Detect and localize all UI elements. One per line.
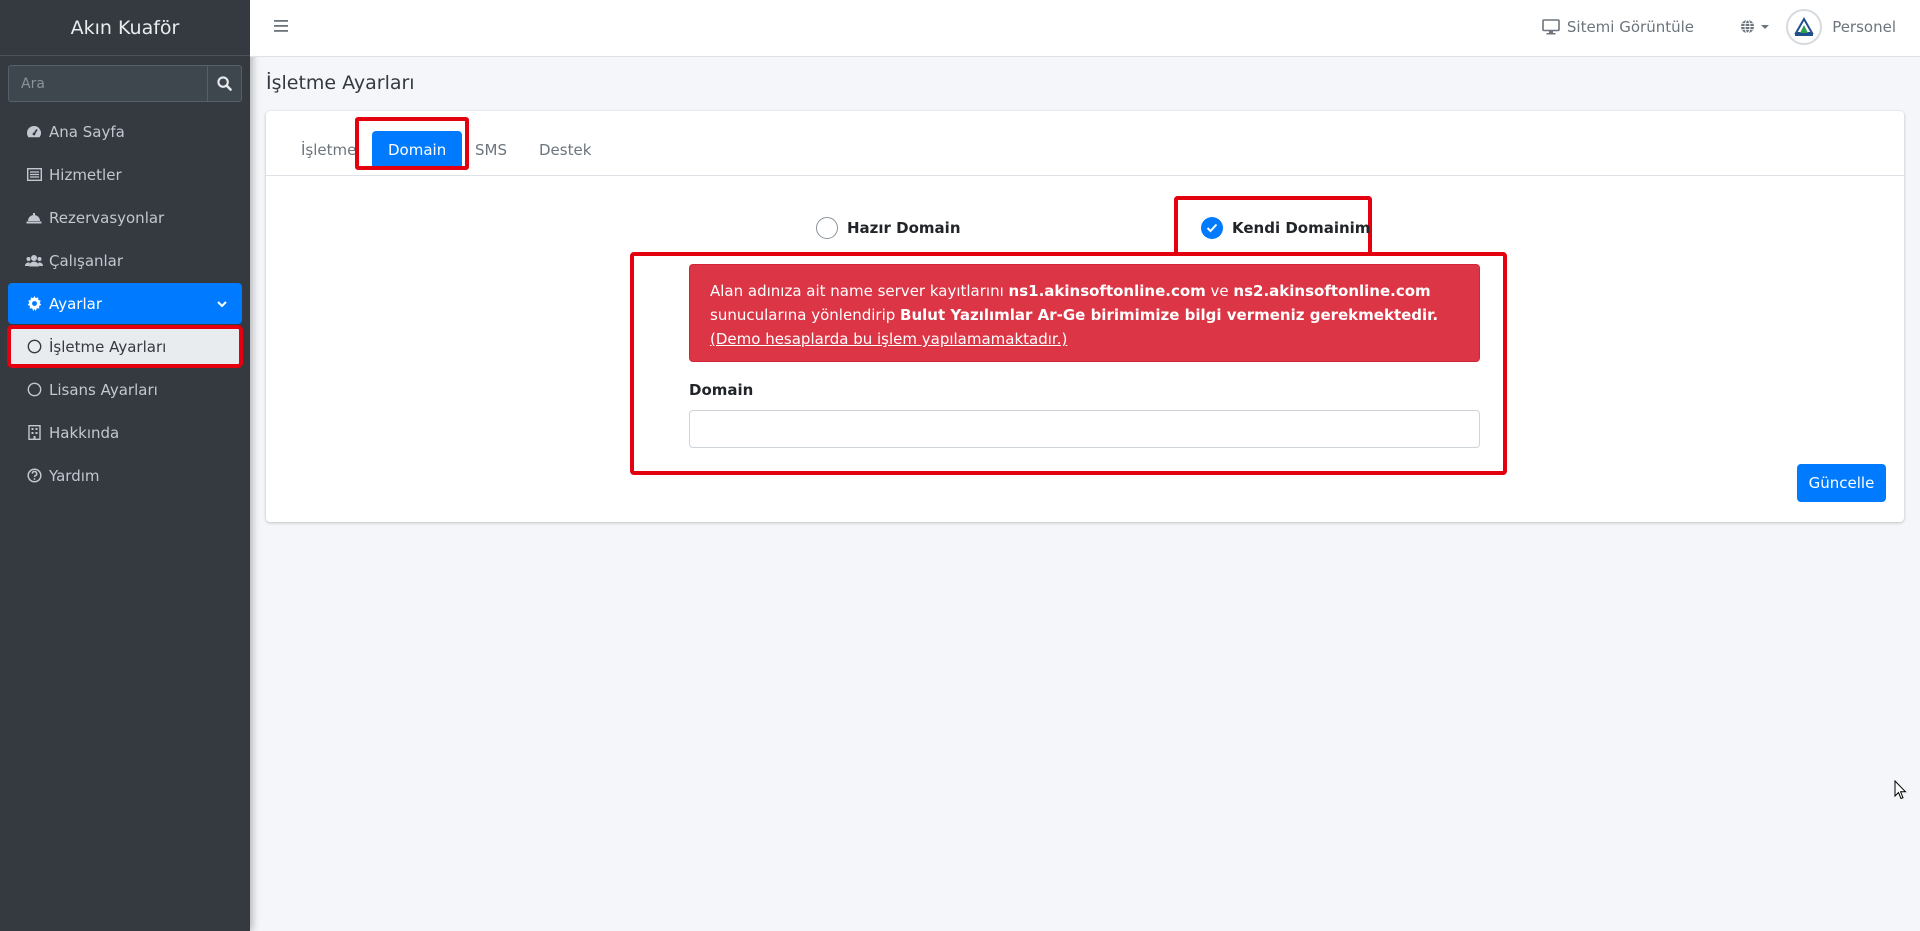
alert-ns1: ns1.akinsoftonline.com — [1008, 282, 1206, 300]
domain-label: Domain — [689, 381, 754, 399]
sidebar-item-ana-sayfa[interactable]: Ana Sayfa — [8, 111, 242, 152]
sidebar-search — [8, 65, 242, 102]
sidebar-item-rezervasyonlar[interactable]: Rezervasyonlar — [8, 197, 242, 238]
sidebar-item-calisanlar[interactable]: Çalışanlar — [8, 240, 242, 281]
radio-label: Hazır Domain — [847, 219, 961, 237]
sidebar-item-hizmetler[interactable]: Hizmetler — [8, 154, 242, 195]
nameserver-alert: Alan adınıza ait name server kayıtlarını… — [689, 264, 1480, 362]
radio-kendi-domainim[interactable]: Kendi Domainim — [1201, 217, 1370, 239]
sidebar-item-label: Lisans Ayarları — [49, 380, 158, 399]
desktop-icon — [1542, 19, 1560, 35]
globe-icon — [1741, 19, 1754, 34]
sidebar-item-label: Hizmetler — [49, 165, 122, 184]
sidebar: Akın Kuaför Ana Sayfa Hizmetler Rezervas… — [0, 0, 250, 931]
caret-down-icon — [1761, 24, 1769, 29]
sidebar-item-label: Rezervasyonlar — [49, 208, 165, 227]
search-input[interactable] — [8, 65, 207, 102]
circle-icon — [25, 382, 43, 398]
update-button[interactable]: Güncelle — [1797, 464, 1886, 502]
users-icon — [25, 253, 43, 269]
alert-bold-message: Bulut Yazılımlar Ar-Ge birimimize bilgi … — [900, 306, 1439, 324]
radio-hazir-domain[interactable]: Hazır Domain — [816, 217, 961, 239]
avatar — [1786, 9, 1823, 45]
sidebar-item-label: Ana Sayfa — [49, 122, 125, 141]
page-title: İşletme Ayarları — [266, 72, 415, 94]
hamburger-menu-icon[interactable] — [274, 19, 290, 37]
chevron-down-icon — [216, 296, 228, 314]
sidebar-item-label: Hakkında — [49, 423, 120, 442]
alert-ns2: ns2.akinsoftonline.com — [1233, 282, 1431, 300]
domain-input[interactable] — [689, 410, 1480, 448]
language-dropdown[interactable] — [1740, 19, 1770, 34]
sidebar-nav: Ana Sayfa Hizmetler Rezervasyonlar Çalış… — [0, 111, 250, 496]
alert-text: Alan adınıza ait name server kayıtlarını — [710, 282, 1009, 300]
sidebar-item-lisans-ayarlari[interactable]: Lisans Ayarları — [8, 369, 242, 410]
alert-text: sunucularına yönlendirip — [710, 306, 901, 324]
top-navbar: Sitemi Görüntüle Personel — [250, 0, 1920, 57]
mouse-cursor-icon — [1894, 779, 1908, 804]
user-menu[interactable]: Personel — [1786, 9, 1896, 45]
tabs-header: İşletme Domain SMS Destek — [266, 111, 1904, 176]
brand-title[interactable]: Akın Kuaför — [0, 0, 250, 56]
sidebar-item-label: İşletme Ayarları — [49, 337, 167, 356]
search-icon — [217, 76, 232, 91]
gear-icon — [25, 296, 43, 312]
view-site-link[interactable]: Sitemi Görüntüle — [1542, 18, 1694, 36]
radio-label: Kendi Domainim — [1232, 219, 1371, 237]
building-icon — [25, 425, 43, 441]
circle-icon — [25, 339, 43, 355]
tab-highlight-box — [355, 117, 469, 170]
sidebar-item-label: Yardım — [49, 466, 100, 485]
sidebar-item-label: Ayarlar — [49, 294, 103, 313]
view-site-label: Sitemi Görüntüle — [1566, 18, 1694, 36]
question-circle-icon — [25, 468, 43, 484]
search-button[interactable] — [207, 65, 242, 102]
concierge-bell-icon — [25, 210, 43, 226]
settings-card: İşletme Domain SMS Destek Hazır Domain K… — [266, 111, 1904, 522]
sidebar-item-ayarlar[interactable]: Ayarlar — [8, 283, 242, 324]
company-logo-icon — [1794, 16, 1814, 36]
sidebar-item-isletme-ayarlari[interactable]: İşletme Ayarları — [7, 325, 243, 368]
alert-text: ve — [1205, 282, 1234, 300]
tachometer-icon — [25, 124, 43, 140]
user-name: Personel — [1832, 18, 1896, 36]
sidebar-item-yardim[interactable]: Yardım — [8, 455, 242, 496]
radio-unchecked-icon — [816, 217, 838, 239]
alert-demo-link[interactable]: (Demo hesaplarda bu işlem yapılamamaktad… — [710, 330, 1067, 348]
tab-destek[interactable]: Destek — [523, 131, 607, 169]
sidebar-item-hakkinda[interactable]: Hakkında — [8, 412, 242, 453]
list-icon — [25, 167, 43, 183]
radio-checked-icon — [1201, 217, 1223, 239]
sidebar-item-label: Çalışanlar — [49, 251, 124, 270]
